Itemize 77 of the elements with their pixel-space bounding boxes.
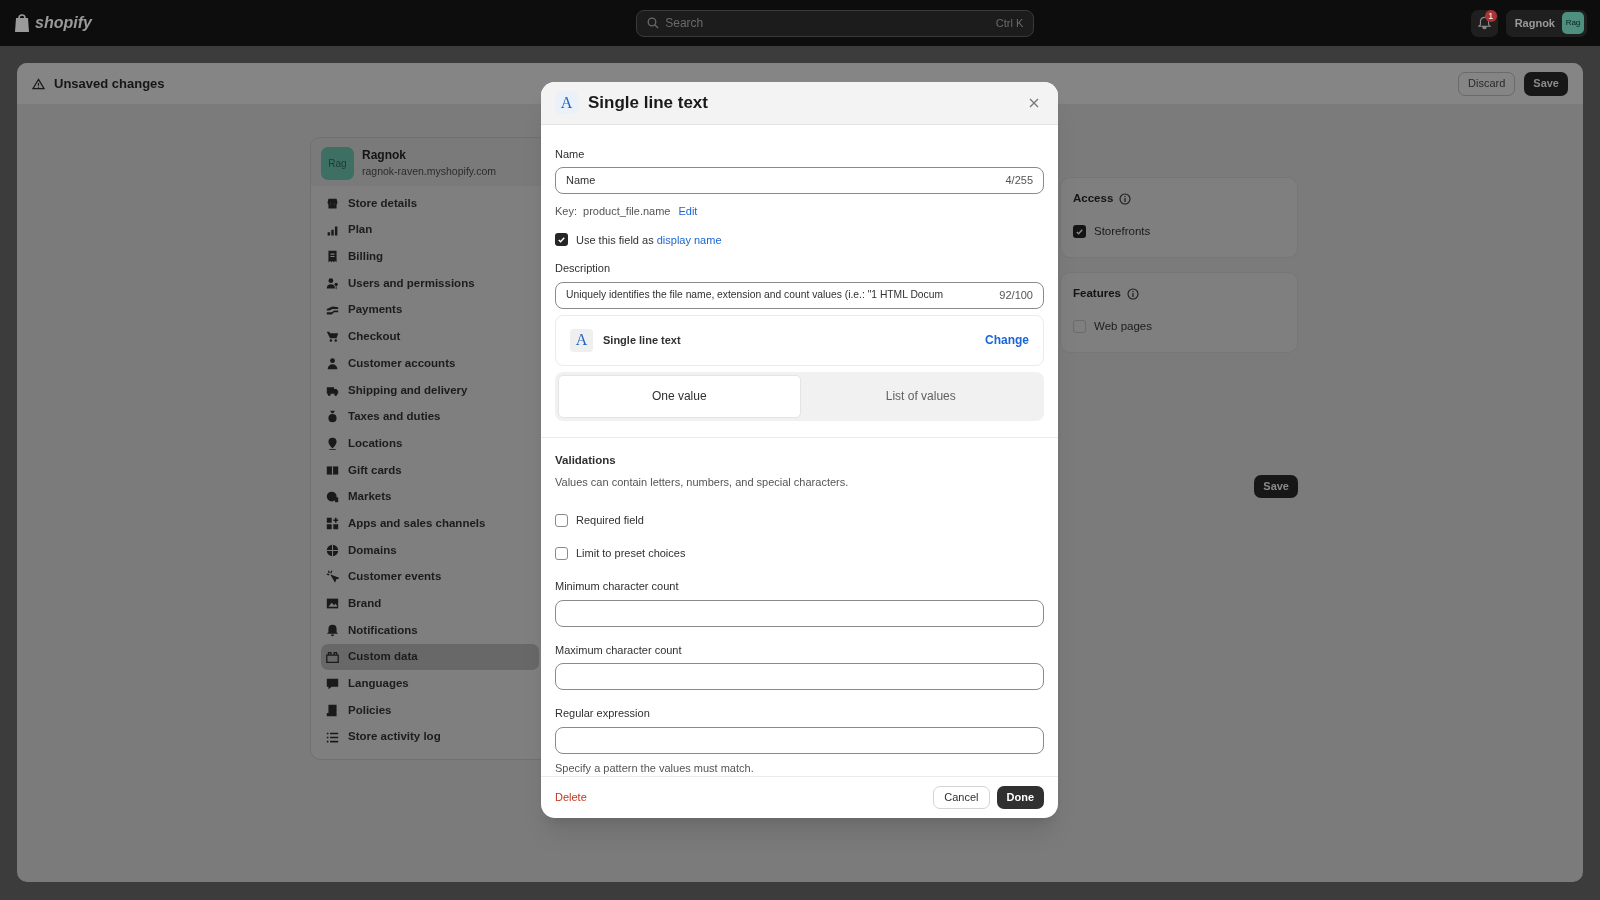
- store-url: ragnok-raven.myshopify.com: [362, 164, 497, 180]
- store-name: Ragnok: [362, 147, 407, 165]
- help-text: Specify a pattern the values must match.: [555, 760, 755, 776]
- info-icon: [1119, 192, 1132, 205]
- cursor-click-icon: [326, 570, 339, 584]
- change-link[interactable]: Change: [985, 331, 1029, 350]
- bell-icon: [1477, 16, 1491, 30]
- location-pin-icon: [326, 437, 339, 451]
- discard-button[interactable]: Discard: [1458, 71, 1516, 96]
- field-label: Description: [555, 261, 612, 277]
- display-name-link[interactable]: display name: [656, 233, 722, 246]
- checkbox-label: Storefronts: [1094, 224, 1151, 240]
- list-icon: [326, 730, 339, 744]
- text-type-icon: A: [570, 328, 593, 352]
- image-icon: [326, 597, 339, 611]
- save-button[interactable]: Save: [1524, 71, 1568, 96]
- bell-icon: [326, 623, 339, 637]
- notification-count: 1: [1484, 9, 1497, 22]
- checkbox-label: Web pages: [1094, 319, 1152, 335]
- receipt-icon: [326, 250, 339, 264]
- field-label: Maximum character count: [555, 642, 683, 658]
- done-button[interactable]: Done: [996, 786, 1044, 810]
- shopping-bag-icon: [13, 13, 31, 33]
- checkbox-label: Limit to preset choices: [576, 545, 686, 561]
- field-label: Name: [555, 146, 586, 162]
- character-counter: 92/100: [999, 287, 1033, 303]
- segment-tab[interactable]: List of values: [800, 374, 1041, 418]
- globe-icon: [326, 543, 339, 557]
- field-label: Regular expression: [555, 706, 651, 722]
- checkbox[interactable]: [555, 514, 568, 528]
- cart-icon: [326, 330, 339, 344]
- gift-card-icon: [326, 463, 339, 477]
- checkbox[interactable]: [1073, 225, 1086, 239]
- section-hint: Values can contain letters, numbers, and special characters.: [555, 474, 850, 490]
- money-bag-icon: [326, 410, 339, 424]
- search-icon: [647, 17, 660, 29]
- text-type-icon: A: [555, 91, 578, 115]
- close-icon: [1029, 97, 1039, 108]
- save-button[interactable]: Save: [1254, 475, 1298, 498]
- checkbox-label: Use this field as display name: [576, 232, 722, 248]
- apps-icon: [326, 517, 339, 531]
- hand-card-icon: [326, 303, 339, 317]
- notifications-button[interactable]: 1: [1470, 9, 1498, 37]
- shopify-logo[interactable]: shopify: [13, 11, 92, 35]
- shortcut-hint: Ctrl K: [995, 15, 1024, 31]
- key-value: product_file.name: [583, 204, 671, 220]
- character-counter: 4/255: [1005, 173, 1033, 189]
- field-label: Minimum character count: [555, 579, 680, 595]
- checkbox-label: Required field: [576, 513, 644, 529]
- text-input[interactable]: [555, 599, 1044, 627]
- warning-icon: [32, 77, 45, 90]
- checkmark-icon: [1076, 229, 1083, 236]
- checkbox[interactable]: [555, 546, 568, 560]
- text-input[interactable]: [555, 726, 1044, 754]
- checkbox[interactable]: [555, 233, 568, 247]
- type-name: Single line text: [603, 332, 682, 348]
- user-avatar: Rag: [1562, 12, 1584, 34]
- card-title: Access: [1073, 191, 1114, 206]
- cancel-button[interactable]: Cancel: [933, 786, 990, 810]
- name-input[interactable]: Name 4/255: [555, 167, 1044, 195]
- info-icon: [1126, 287, 1139, 300]
- edit-link[interactable]: Edit: [678, 203, 698, 220]
- segment-tab[interactable]: One value: [558, 374, 801, 418]
- description-input[interactable]: Uniquely identifies the file name, extension and count values (i.e.: "1 HTML Docum 92/100: [555, 281, 1044, 309]
- search-field[interactable]: Search Ctrl K: [636, 9, 1035, 37]
- bar-chart-icon: [326, 223, 339, 237]
- person-icon: [326, 356, 339, 370]
- user-key-icon: [326, 276, 339, 290]
- settings-menu-item[interactable]: Custom data: [321, 643, 539, 671]
- card-title: Features: [1073, 286, 1121, 301]
- key-label: Key:: [555, 204, 577, 220]
- tray-icon: [326, 650, 339, 664]
- delete-link[interactable]: Delete: [555, 789, 927, 806]
- user-menu[interactable]: Ragnok Rag: [1505, 9, 1587, 37]
- text-input[interactable]: [555, 663, 1044, 691]
- section-title: Validations: [555, 452, 617, 468]
- checkmark-icon: [558, 237, 565, 244]
